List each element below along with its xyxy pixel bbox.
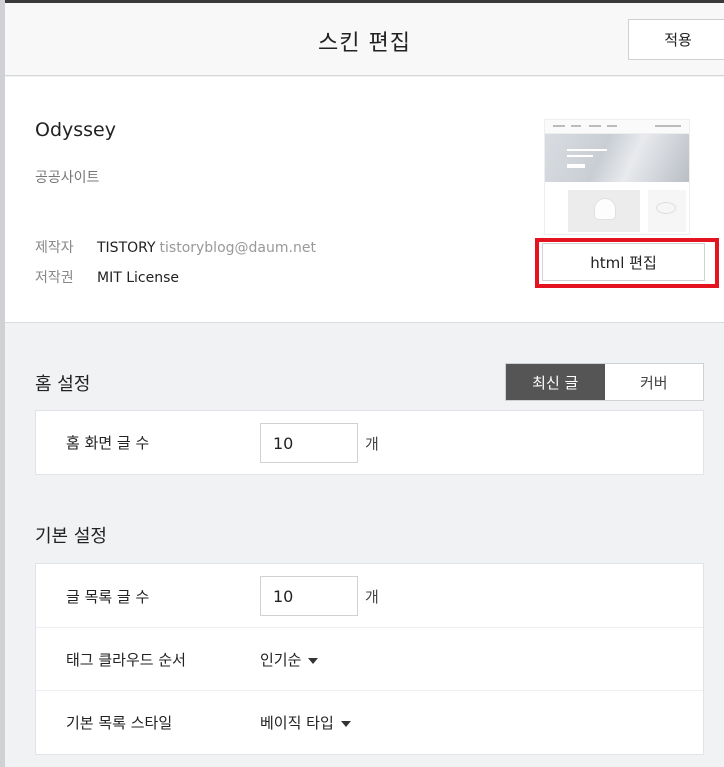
- html-edit-button[interactable]: html 편집: [542, 243, 705, 281]
- maker-email: tistoryblog@daum.net: [159, 240, 316, 256]
- skin-name: Odyssey: [35, 119, 116, 141]
- tab-latest-posts[interactable]: 최신 글: [506, 364, 605, 400]
- thumbnail-nav: [545, 120, 689, 134]
- list-style-row: 기본 목록 스타일 베이직 타입: [36, 691, 703, 754]
- basic-settings-panel: 글 목록 글 수 개 태그 클라우드 순서 인기순 기본 목록 스타일 베이직 …: [35, 563, 704, 755]
- list-count-label: 글 목록 글 수: [66, 588, 150, 606]
- list-count-row: 글 목록 글 수 개: [36, 564, 703, 628]
- maker-key: 제작자: [35, 240, 74, 256]
- list-count-input[interactable]: [260, 576, 358, 616]
- apply-button[interactable]: 적용: [628, 19, 724, 60]
- list-style-label: 기본 목록 스타일: [66, 714, 173, 732]
- maker-row: 제작자 TISTORY tistoryblog@daum.net: [35, 237, 316, 257]
- tag-cloud-label: 태그 클라우드 순서: [66, 651, 186, 669]
- caret-down-icon: [340, 720, 351, 727]
- home-post-count-label: 홈 화면 글 수: [66, 434, 150, 452]
- license-value: MIT License: [97, 270, 179, 286]
- list-style-value: 베이직 타입: [260, 714, 334, 732]
- page-title: 스킨 편집: [318, 31, 411, 56]
- tab-cover[interactable]: 커버: [605, 364, 704, 400]
- home-settings-title: 홈 설정: [35, 374, 91, 395]
- home-post-count-input[interactable]: [260, 423, 358, 463]
- tag-cloud-row: 태그 클라우드 순서 인기순: [36, 628, 703, 691]
- home-settings-panel: 홈 화면 글 수 개: [35, 410, 704, 475]
- list-style-select[interactable]: 베이직 타입: [260, 712, 351, 733]
- chair-icon: [594, 198, 616, 220]
- home-mode-toggle: 최신 글 커버: [505, 363, 704, 401]
- license-row: 저작권 MIT License: [35, 267, 179, 287]
- editor-header: 스킨 편집 적용: [5, 3, 724, 76]
- home-post-count-unit: 개: [365, 435, 379, 453]
- list-count-unit: 개: [365, 588, 379, 606]
- tag-cloud-select[interactable]: 인기순: [260, 649, 319, 670]
- thumbnail-card: [648, 190, 686, 232]
- skin-thumbnail: [544, 119, 690, 235]
- skin-info-panel: Odyssey 공공사이트 제작자 TISTORY tistoryblog@daum…: [5, 77, 724, 323]
- tag-cloud-value: 인기순: [260, 651, 302, 669]
- home-post-count-row: 홈 화면 글 수 개: [36, 411, 703, 474]
- maker-name: TISTORY: [97, 240, 156, 256]
- license-key: 저작권: [35, 270, 74, 286]
- thumbnail-hero: [545, 134, 689, 182]
- caret-down-icon: [308, 657, 319, 664]
- skin-category: 공공사이트: [35, 170, 100, 186]
- basic-settings-title: 기본 설정: [35, 526, 107, 547]
